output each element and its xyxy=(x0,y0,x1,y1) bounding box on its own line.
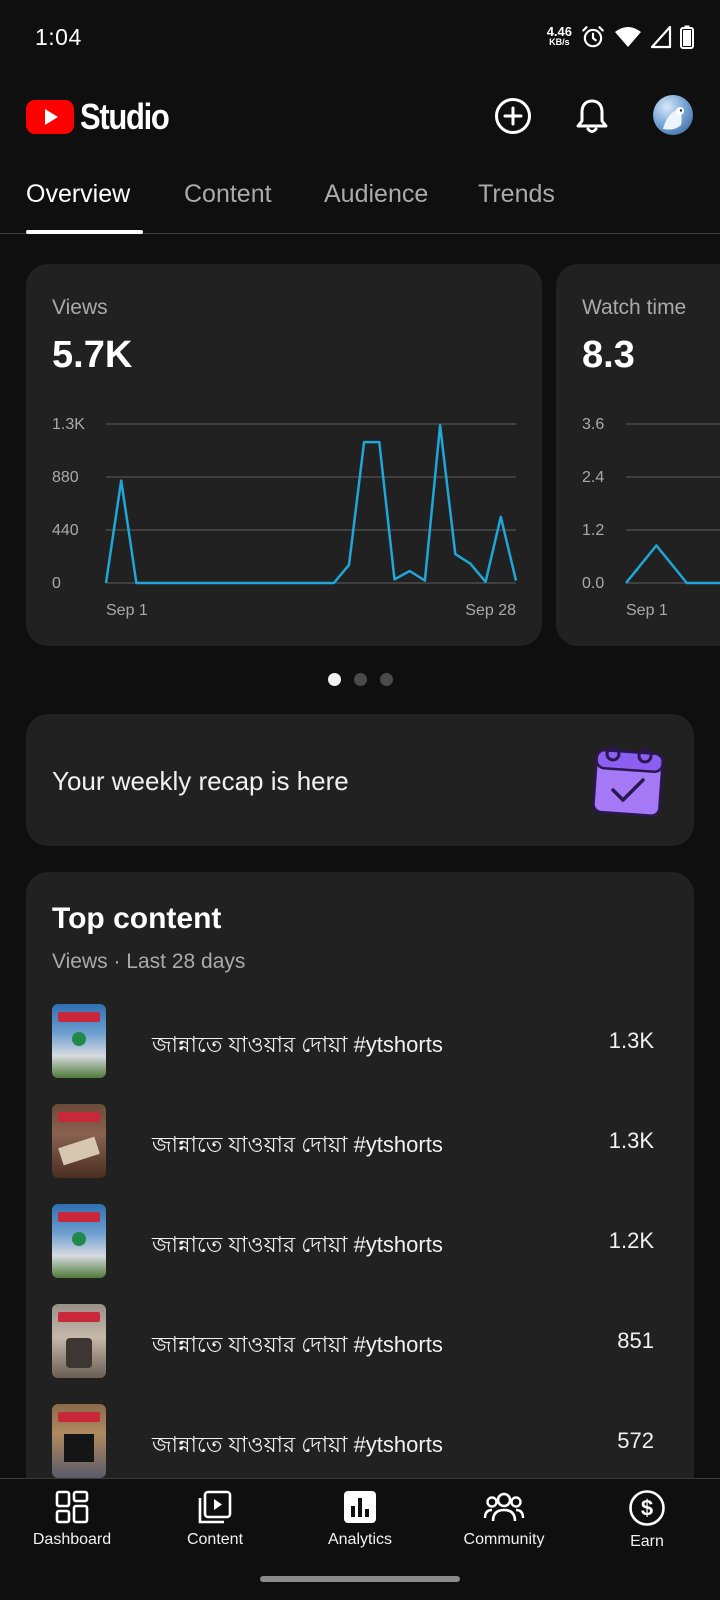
top-content-card: Top content Views · Last 28 days জান্নাত… xyxy=(26,872,694,1512)
tab-audience[interactable]: Audience xyxy=(324,180,428,209)
nav-label: Dashboard xyxy=(32,1531,112,1548)
status-time: 1:04 xyxy=(35,24,82,50)
tab-content[interactable]: Content xyxy=(184,180,272,209)
recap-text: Your weekly recap is here xyxy=(52,766,349,796)
views-line-chart xyxy=(104,423,518,585)
video-views: 851 xyxy=(617,1328,654,1353)
x-tick-label: Sep 1 xyxy=(106,602,148,619)
svg-text:$: $ xyxy=(641,1496,653,1521)
gesture-bar xyxy=(260,1576,460,1582)
avatar[interactable] xyxy=(653,95,693,135)
community-icon xyxy=(483,1492,525,1522)
video-title: জান্নাতে যাওয়ার দোয়া #ytshorts xyxy=(152,1332,443,1357)
network-speed-unit: KB/s xyxy=(549,37,570,47)
tab-overview[interactable]: Overview xyxy=(26,180,130,209)
active-tab-indicator xyxy=(26,230,143,234)
youtube-logo-icon xyxy=(26,100,74,134)
notifications-button[interactable] xyxy=(570,94,614,138)
app-name: Studio xyxy=(80,96,170,137)
video-title: জান্নাতে যাওয়ার দোয়া #ytshorts xyxy=(152,1432,443,1457)
video-views: 1.3K xyxy=(608,1028,654,1053)
create-button[interactable] xyxy=(491,94,535,138)
earn-icon: $ xyxy=(629,1490,665,1526)
pager-dot[interactable] xyxy=(379,673,393,686)
calendar-check-icon xyxy=(592,746,664,817)
series-line xyxy=(625,544,720,585)
avatar-image-icon xyxy=(663,107,684,130)
analytics-icon xyxy=(344,1491,376,1523)
content-icon xyxy=(198,1490,232,1524)
wifi-icon xyxy=(615,27,641,47)
video-thumbnail xyxy=(52,1104,106,1178)
nav-label: Analytics xyxy=(327,1531,393,1548)
alarm-icon xyxy=(582,26,604,48)
nav-community[interactable]: Community xyxy=(444,1489,564,1549)
tab-bar: Overview Content Audience Trends xyxy=(0,160,720,234)
video-thumbnail xyxy=(52,1004,106,1078)
section-title: Top content xyxy=(52,902,222,935)
top-content-row[interactable]: জান্নাতে যাওয়ার দোয়া #ytshorts 1.2K xyxy=(52,1204,654,1278)
add-circle-icon xyxy=(495,98,531,134)
network-speed: 4.46 KB/s xyxy=(546,24,572,48)
top-content-row[interactable]: জান্নাতে যাওয়ার দোয়া #ytshorts 572 xyxy=(52,1404,654,1478)
views-card[interactable]: Views 5.7K 1.3K 880 440 0 Sep 1 Sep 28 xyxy=(26,264,542,646)
video-thumbnail xyxy=(52,1304,106,1378)
top-content-row[interactable]: জান্নাতে যাওয়ার দোয়া #ytshorts 1.3K xyxy=(52,1104,654,1178)
nav-analytics[interactable]: Analytics xyxy=(300,1489,420,1549)
nav-label: Earn xyxy=(630,1533,664,1550)
app-bar: Studio xyxy=(0,80,720,152)
video-thumbnail xyxy=(52,1204,106,1278)
video-title: জান্নাতে যাওয়ার দোয়া #ytshorts xyxy=(152,1232,443,1257)
x-tick-label: Sep 28 xyxy=(465,602,516,619)
top-content-row[interactable]: জান্নাতে যাওয়ার দোয়া #ytshorts 851 xyxy=(52,1304,654,1378)
status-icons: 4.46 KB/s xyxy=(547,24,694,50)
status-bar: 1:04 4.46 KB/s xyxy=(0,0,720,80)
tab-trends[interactable]: Trends xyxy=(478,180,555,209)
video-views: 1.3K xyxy=(608,1128,654,1153)
video-thumbnail xyxy=(52,1404,106,1478)
x-tick-label: Sep 1 xyxy=(626,602,668,619)
studio-logo[interactable]: Studio xyxy=(26,96,183,138)
series-line xyxy=(104,423,518,585)
nav-label: Community xyxy=(463,1531,545,1548)
video-views: 572 xyxy=(617,1428,654,1453)
pager-dot[interactable] xyxy=(353,673,367,686)
watch-time-card[interactable]: Watch time 8.3 3.6 2.4 1.2 0.0 Sep 1 xyxy=(556,264,720,646)
section-subtitle: Views · Last 28 days xyxy=(52,950,246,973)
dashboard-icon xyxy=(55,1490,89,1524)
video-views: 1.2K xyxy=(608,1228,654,1253)
nav-content[interactable]: Content xyxy=(155,1489,275,1549)
top-content-row[interactable]: জান্নাতে যাওয়ার দোয়া #ytshorts 1.3K xyxy=(52,1004,654,1078)
nav-dashboard[interactable]: Dashboard xyxy=(12,1489,132,1549)
video-title: জান্নাতে যাওয়ার দোয়া #ytshorts xyxy=(152,1032,443,1057)
battery-icon xyxy=(680,25,694,49)
network-speed-value: 4.46 xyxy=(546,24,572,39)
pager-dot[interactable] xyxy=(327,673,341,686)
carousel-pager xyxy=(0,673,720,686)
video-title: জান্নাতে যাওয়ার দোয়া #ytshorts xyxy=(152,1132,443,1157)
weekly-recap-card[interactable]: Your weekly recap is here xyxy=(26,714,694,846)
signal-icon xyxy=(650,25,672,49)
watch-time-line-chart xyxy=(625,423,720,585)
nav-label: Content xyxy=(186,1531,244,1548)
bell-icon xyxy=(576,99,608,133)
nav-earn[interactable]: $ Earn xyxy=(587,1489,707,1551)
